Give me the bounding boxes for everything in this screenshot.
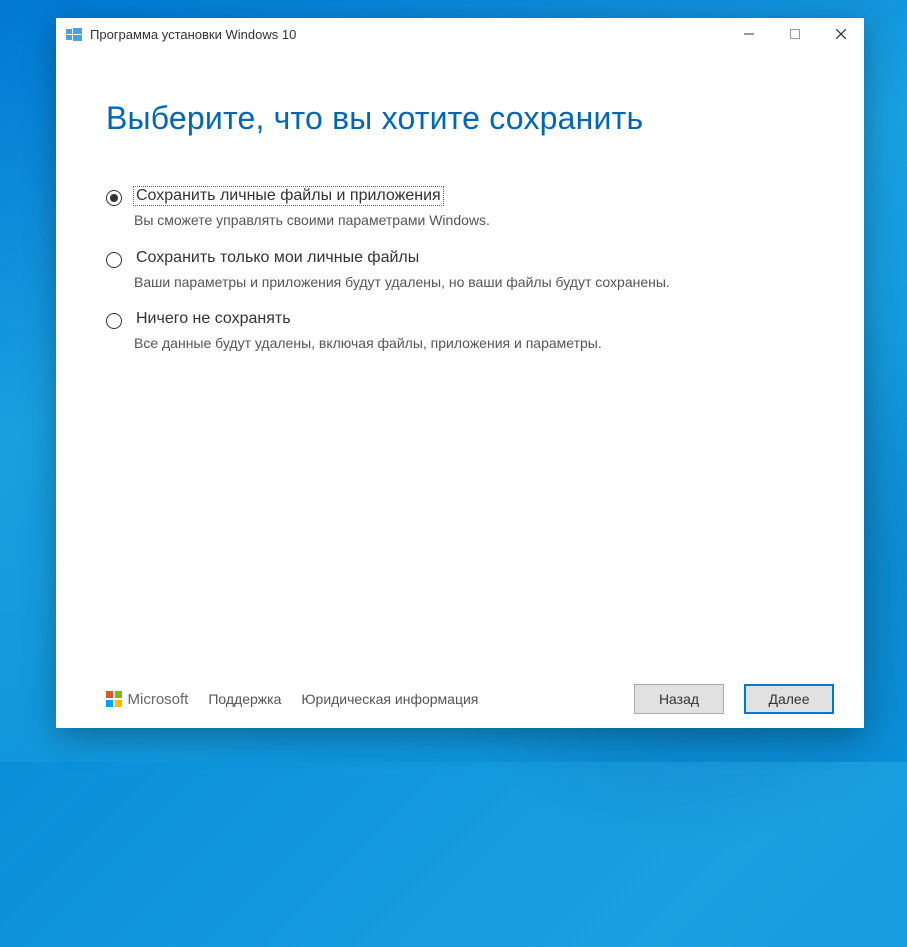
option-text: Сохранить только мои личные файлы Ваши п… bbox=[134, 249, 814, 293]
radio-icon[interactable] bbox=[106, 313, 122, 329]
option-keep-files-apps[interactable]: Сохранить личные файлы и приложения Вы с… bbox=[106, 187, 814, 231]
microsoft-logo-icon bbox=[106, 691, 122, 707]
app-icon bbox=[66, 26, 82, 42]
back-button[interactable]: Назад bbox=[634, 684, 724, 714]
brand-label: Microsoft bbox=[128, 691, 189, 708]
option-description: Все данные будут удалены, включая файлы,… bbox=[134, 334, 814, 354]
titlebar[interactable]: Программа установки Windows 10 bbox=[56, 18, 864, 50]
option-keep-files-only[interactable]: Сохранить только мои личные файлы Ваши п… bbox=[106, 249, 814, 293]
maximize-button[interactable] bbox=[772, 18, 818, 50]
option-text: Сохранить личные файлы и приложения Вы с… bbox=[134, 187, 814, 231]
support-link[interactable]: Поддержка bbox=[208, 691, 281, 707]
microsoft-logo: Microsoft bbox=[106, 691, 188, 708]
option-keep-nothing[interactable]: Ничего не сохранять Все данные будут уда… bbox=[106, 310, 814, 354]
option-label: Сохранить личные файлы и приложения bbox=[134, 187, 443, 205]
content-area: Выберите, что вы хотите сохранить Сохран… bbox=[56, 50, 864, 670]
option-label: Сохранить только мои личные файлы bbox=[134, 249, 421, 267]
next-button[interactable]: Далее bbox=[744, 684, 834, 714]
options-group: Сохранить личные файлы и приложения Вы с… bbox=[106, 187, 814, 354]
option-description: Вы сможете управлять своими параметрами … bbox=[134, 211, 814, 231]
radio-icon[interactable] bbox=[106, 190, 122, 206]
option-text: Ничего не сохранять Все данные будут уда… bbox=[134, 310, 814, 354]
close-button[interactable] bbox=[818, 18, 864, 50]
window-controls bbox=[726, 18, 864, 50]
legal-link[interactable]: Юридическая информация bbox=[301, 691, 478, 707]
minimize-button[interactable] bbox=[726, 18, 772, 50]
option-description: Ваши параметры и приложения будут удален… bbox=[134, 273, 814, 293]
radio-icon[interactable] bbox=[106, 252, 122, 268]
setup-window: Программа установки Windows 10 Выберите,… bbox=[56, 18, 864, 728]
option-label: Ничего не сохранять bbox=[134, 310, 293, 328]
footer: Microsoft Поддержка Юридическая информац… bbox=[56, 670, 864, 728]
window-title: Программа установки Windows 10 bbox=[90, 27, 726, 42]
page-heading: Выберите, что вы хотите сохранить bbox=[106, 100, 814, 137]
